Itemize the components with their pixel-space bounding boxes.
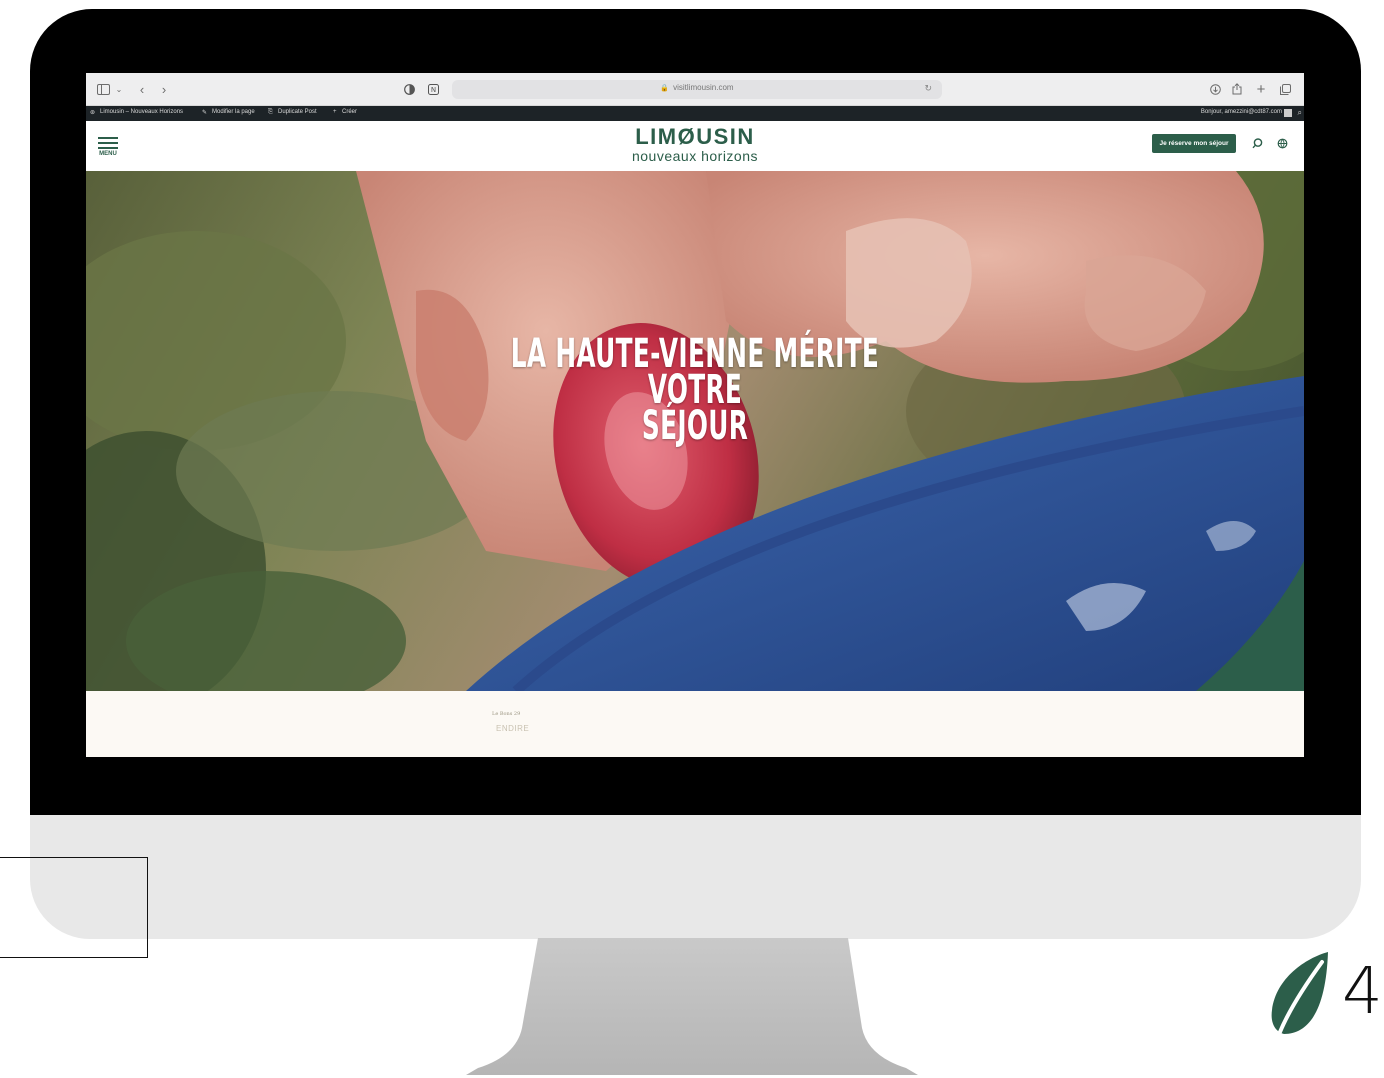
tabs-icon[interactable]: [1278, 81, 1292, 97]
monitor-chin: [30, 815, 1361, 939]
extension-icon[interactable]: N: [426, 81, 440, 97]
logo-subtitle: nouveaux horizons: [631, 148, 759, 164]
svg-text:N: N: [430, 86, 435, 94]
site-header: MENU LIMØUSIN nouveaux horizons Je réser…: [86, 121, 1304, 171]
avatar[interactable]: [1284, 109, 1292, 117]
site-logo[interactable]: LIMØUSIN nouveaux horizons: [595, 125, 795, 164]
overlay-number: 4: [1342, 955, 1383, 1029]
wordpress-icon[interactable]: ⊛: [90, 109, 95, 116]
admin-edit-page[interactable]: Modifier la page: [212, 109, 255, 115]
admin-site-name[interactable]: Limousin – Nouveaux Horizons: [100, 109, 183, 115]
sidebar-icon[interactable]: [96, 81, 110, 97]
admin-bar: ⊛ Limousin – Nouveaux Horizons ✎ Modifie…: [86, 106, 1304, 121]
outline-frame: [0, 857, 148, 958]
hero-title: LA HAUTE-VIENNE MÉRITE VOTRE SÉJOUR: [509, 334, 881, 446]
plus-icon[interactable]: +: [1254, 81, 1268, 98]
hamburger-icon[interactable]: MENU: [98, 137, 118, 157]
back-icon[interactable]: ‹: [136, 81, 148, 97]
hero-banner: LA HAUTE-VIENNE MÉRITE VOTRE SÉJOUR: [86, 171, 1304, 691]
leaf-icon: [1271, 952, 1328, 1034]
pencil-icon: ✎: [202, 110, 208, 116]
privacy-icon[interactable]: [402, 81, 416, 97]
reserve-stay-button[interactable]: Je réserve mon séjour: [1152, 134, 1236, 153]
plus-icon: +: [333, 109, 337, 115]
content-section: Le Bons 29 ENDIRE: [86, 691, 1304, 757]
share-icon[interactable]: [1230, 81, 1244, 97]
hero-title-line1: LA HAUTE-VIENNE MÉRITE VOTRE: [510, 331, 880, 413]
section-small-text: Le Bons 29: [492, 711, 521, 717]
search-icon[interactable]: ⌕: [1298, 108, 1302, 118]
admin-duplicate-post[interactable]: Duplicate Post: [278, 109, 317, 115]
reload-icon[interactable]: ↻: [924, 83, 932, 94]
url-text: visitlimousin.com: [673, 83, 734, 92]
section-link[interactable]: ENDIRE: [496, 724, 529, 733]
menu-label: MENU: [99, 151, 117, 157]
screen: ⌄ ‹ › N 🔒 visitlimousin.com ↻ + ⊛ Limousi…: [86, 73, 1304, 757]
chevron-down-icon[interactable]: ⌄: [114, 81, 124, 97]
browser-toolbar: ⌄ ‹ › N 🔒 visitlimousin.com ↻ +: [86, 73, 1304, 106]
admin-greeting[interactable]: Bonjour, amezzini@cdt87.com: [1201, 109, 1282, 115]
search-icon[interactable]: [1249, 134, 1265, 152]
lock-icon: 🔒: [660, 85, 670, 92]
hero-title-line2: SÉJOUR: [641, 403, 749, 449]
admin-create[interactable]: Créer: [342, 109, 357, 115]
brand-mark: 4: [1266, 948, 1384, 1038]
forward-icon[interactable]: ›: [158, 81, 170, 97]
download-icon[interactable]: [1208, 81, 1222, 97]
globe-icon[interactable]: [1274, 134, 1290, 152]
monitor-stand: [466, 938, 918, 1075]
duplicate-icon: ⎘: [268, 109, 273, 115]
logo-title: LIMØUSIN: [635, 124, 755, 149]
url-bar[interactable]: 🔒 visitlimousin.com ↻: [452, 80, 942, 99]
